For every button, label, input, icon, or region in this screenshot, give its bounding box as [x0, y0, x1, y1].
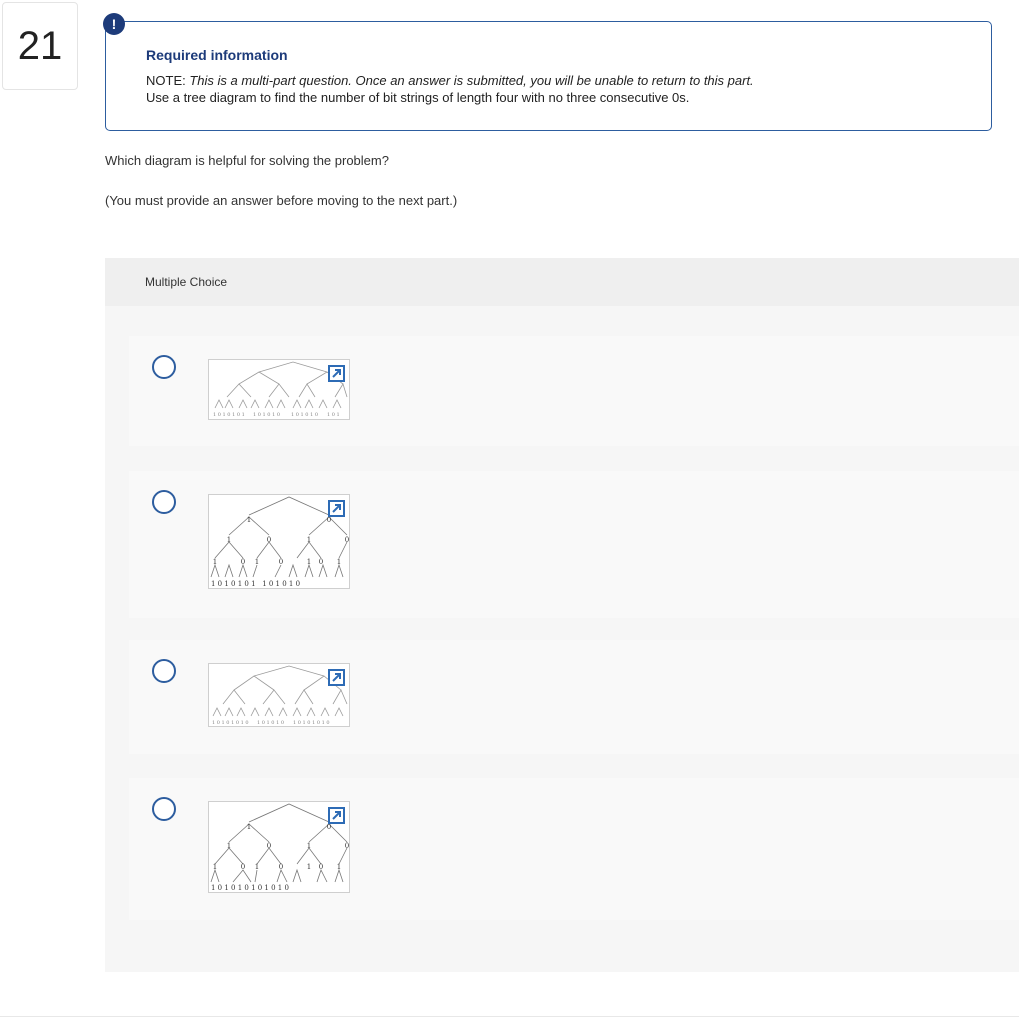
- tree-2-l2-b: 0: [267, 536, 271, 544]
- multiple-choice-panel: Multiple Choice 1 0 1 0 1 0 11 0 1 0 1 0…: [105, 258, 1019, 972]
- choice-option-2[interactable]: 1 0 1 0 1 0 1 0 1 0 1 0 1 1 0 1 0 1 0 1 …: [129, 471, 1019, 618]
- tree-4-l2-d: 0: [345, 842, 349, 850]
- tree-2-l3-f: 0: [319, 558, 323, 566]
- tree-2-leaves: 1 0 1 0 1 0 1 1 0 1 0 1 0: [211, 580, 300, 588]
- tree-2-l3-g: 1: [337, 558, 341, 566]
- expand-icon[interactable]: [328, 365, 345, 382]
- expand-arrow-icon: [332, 369, 341, 378]
- tree-2-l1-b: 0: [327, 516, 331, 524]
- expand-icon[interactable]: [328, 807, 345, 824]
- tree-2-l3-a: 1: [213, 558, 217, 566]
- tree-4-l3-f: 0: [319, 863, 323, 871]
- expand-arrow-icon: [332, 504, 341, 513]
- tree-4-l1-a: 1: [247, 823, 251, 831]
- tree-diagram-3[interactable]: 1 0 1 0 1 0 1 0 1 0 1 0 1 0 1 0 1 0 1 0 1 …: [208, 663, 350, 727]
- expand-arrow-icon: [332, 673, 341, 682]
- tree-2-l3-d: 0: [279, 558, 283, 566]
- tree-diagram-4[interactable]: 1 0 1 0 1 0 1 0 1 0 1 0 1 1 0 1 0 1 0 1 …: [208, 801, 350, 893]
- svg-text:1 0 1 0 1 0: 1 0 1 0 1 0: [291, 412, 318, 418]
- svg-text:1 0 1 0 1 0 1: 1 0 1 0 1 0 1: [213, 412, 245, 418]
- svg-text:1 0 1 0 1 0 1 0: 1 0 1 0 1 0 1 0: [212, 720, 249, 726]
- question-number: 21: [2, 2, 78, 90]
- note-italic: This is a multi-part question. Once an a…: [189, 73, 754, 88]
- expand-icon[interactable]: [328, 500, 345, 517]
- choice-option-3[interactable]: 1 0 1 0 1 0 1 0 1 0 1 0 1 0 1 0 1 0 1 0 1 …: [129, 640, 1019, 754]
- tree-4-l1-b: 0: [327, 823, 331, 831]
- tree-4-l3-d: 0: [279, 863, 283, 871]
- multiple-choice-header: Multiple Choice: [105, 258, 1019, 306]
- choice-option-1[interactable]: 1 0 1 0 1 0 1 1 0 1 0 1 0 1 0 1 0 1 0 1 0 1: [129, 336, 1019, 446]
- multiple-choice-label: Multiple Choice: [145, 275, 228, 289]
- note-prefix: NOTE:: [146, 73, 190, 88]
- tree-4-l3-c: 1: [255, 863, 259, 871]
- tree-diagram-2[interactable]: 1 0 1 0 1 0 1 0 1 0 1 0 1 1 0 1 0 1 0 1 …: [208, 494, 350, 589]
- required-information-box: Required information NOTE: This is a mul…: [105, 21, 992, 131]
- alert-icon: !: [103, 13, 125, 35]
- tree-4-l2-b: 0: [267, 842, 271, 850]
- tree-4-l3-b: 0: [241, 863, 245, 871]
- tree-2-l3-b: 0: [241, 558, 245, 566]
- expand-icon[interactable]: [328, 669, 345, 686]
- tree-4-l3-g: 1: [337, 863, 341, 871]
- tree-2-l3-c: 1: [255, 558, 259, 566]
- required-information-title: Required information: [146, 47, 288, 63]
- tree-2-l3-e: 1: [307, 558, 311, 566]
- problem-statement: Use a tree diagram to find the number of…: [146, 90, 690, 105]
- svg-text:1 0 1 0 1 0: 1 0 1 0 1 0: [253, 412, 280, 418]
- note-text: NOTE: This is a multi-part question. Onc…: [146, 73, 754, 89]
- tree-2-l2-d: 0: [345, 536, 349, 544]
- svg-text:1 0 1: 1 0 1: [327, 412, 340, 418]
- answer-requirement: (You must provide an answer before movin…: [105, 193, 458, 208]
- tree-4-l3-e: 1: [307, 863, 311, 871]
- tree-diagram-1[interactable]: 1 0 1 0 1 0 1 1 0 1 0 1 0 1 0 1 0 1 0 1 0 1: [208, 359, 350, 420]
- tree-2-l2-c: 1: [307, 536, 311, 544]
- tree-4-l2-a: 1: [227, 842, 231, 850]
- footer-divider: [0, 1016, 1019, 1017]
- tree-4-leaves: 1 0 1 0 1 0 1 0 1 0 1 0: [211, 884, 289, 892]
- tree-2-l1-a: 1: [247, 516, 251, 524]
- radio-button-1[interactable]: [152, 355, 176, 379]
- question-prompt: Which diagram is helpful for solving the…: [105, 153, 389, 168]
- radio-button-2[interactable]: [152, 490, 176, 514]
- radio-button-4[interactable]: [152, 797, 176, 821]
- radio-button-3[interactable]: [152, 659, 176, 683]
- tree-4-l3-a: 1: [213, 863, 217, 871]
- svg-text:1 0 1 0 1 0 1 0: 1 0 1 0 1 0 1 0: [293, 720, 330, 726]
- choice-option-4[interactable]: 1 0 1 0 1 0 1 0 1 0 1 0 1 1 0 1 0 1 0 1 …: [129, 778, 1019, 920]
- svg-text:1 0 1 0 1 0: 1 0 1 0 1 0: [257, 720, 284, 726]
- expand-arrow-icon: [332, 811, 341, 820]
- tree-4-l2-c: 1: [307, 842, 311, 850]
- tree-2-l2-a: 1: [227, 536, 231, 544]
